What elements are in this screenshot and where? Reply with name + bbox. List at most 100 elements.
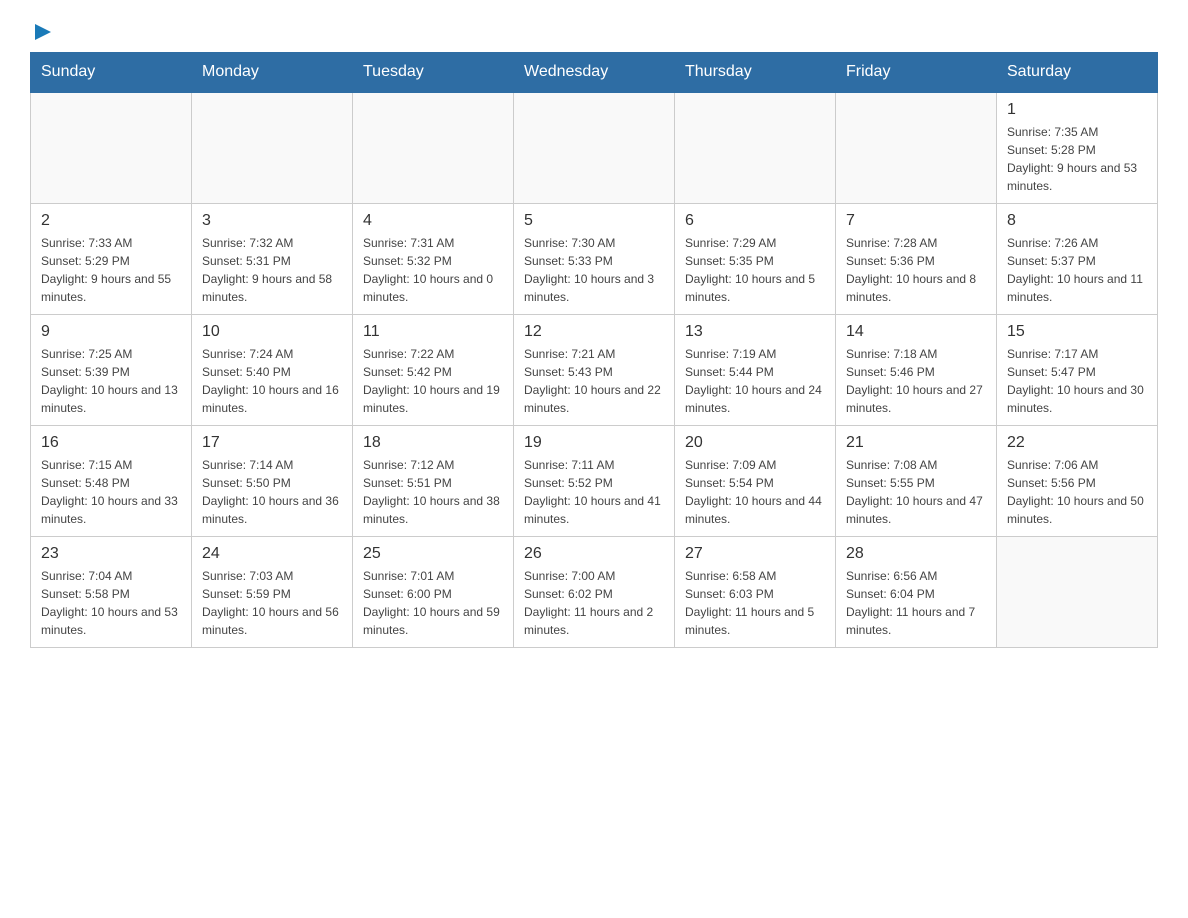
calendar-day-cell <box>353 92 514 204</box>
calendar-day-cell: 9 Sunrise: 7:25 AM Sunset: 5:39 PM Daylig… <box>31 315 192 426</box>
day-info: Sunrise: 7:09 AM Sunset: 5:54 PM Dayligh… <box>685 456 825 528</box>
calendar-table: SundayMondayTuesdayWednesdayThursdayFrid… <box>30 52 1158 648</box>
day-number: 7 <box>846 212 986 230</box>
calendar-day-cell: 13 Sunrise: 7:19 AM Sunset: 5:44 PM Dayli… <box>675 315 836 426</box>
day-info: Sunrise: 7:11 AM Sunset: 5:52 PM Dayligh… <box>524 456 664 528</box>
calendar-day-cell <box>31 92 192 204</box>
day-info: Sunrise: 7:08 AM Sunset: 5:55 PM Dayligh… <box>846 456 986 528</box>
day-info: Sunrise: 7:30 AM Sunset: 5:33 PM Dayligh… <box>524 234 664 306</box>
logo-triangle-icon <box>33 22 53 42</box>
day-info: Sunrise: 7:01 AM Sunset: 6:00 PM Dayligh… <box>363 567 503 639</box>
calendar-day-cell: 17 Sunrise: 7:14 AM Sunset: 5:50 PM Dayli… <box>192 426 353 537</box>
day-number: 15 <box>1007 323 1147 341</box>
calendar-week-row: 23 Sunrise: 7:04 AM Sunset: 5:58 PM Dayli… <box>31 537 1158 648</box>
day-of-week-header: Thursday <box>675 53 836 93</box>
day-number: 18 <box>363 434 503 452</box>
calendar-day-cell: 18 Sunrise: 7:12 AM Sunset: 5:51 PM Dayli… <box>353 426 514 537</box>
day-info: Sunrise: 7:28 AM Sunset: 5:36 PM Dayligh… <box>846 234 986 306</box>
day-number: 14 <box>846 323 986 341</box>
day-info: Sunrise: 7:24 AM Sunset: 5:40 PM Dayligh… <box>202 345 342 417</box>
day-info: Sunrise: 7:15 AM Sunset: 5:48 PM Dayligh… <box>41 456 181 528</box>
day-info: Sunrise: 7:35 AM Sunset: 5:28 PM Dayligh… <box>1007 123 1147 195</box>
day-number: 19 <box>524 434 664 452</box>
calendar-week-row: 1Sunrise: 7:35 AM Sunset: 5:28 PM Daylig… <box>31 92 1158 204</box>
day-info: Sunrise: 7:25 AM Sunset: 5:39 PM Dayligh… <box>41 345 181 417</box>
day-number: 16 <box>41 434 181 452</box>
calendar-day-cell: 23 Sunrise: 7:04 AM Sunset: 5:58 PM Dayli… <box>31 537 192 648</box>
day-number: 11 <box>363 323 503 341</box>
day-info: Sunrise: 7:00 AM Sunset: 6:02 PM Dayligh… <box>524 567 664 639</box>
calendar-day-cell: 21 Sunrise: 7:08 AM Sunset: 5:55 PM Dayli… <box>836 426 997 537</box>
day-info: Sunrise: 7:29 AM Sunset: 5:35 PM Dayligh… <box>685 234 825 306</box>
day-number: 8 <box>1007 212 1147 230</box>
day-info: Sunrise: 6:58 AM Sunset: 6:03 PM Dayligh… <box>685 567 825 639</box>
calendar-day-cell: 27 Sunrise: 6:58 AM Sunset: 6:03 PM Dayli… <box>675 537 836 648</box>
calendar-day-cell: 1Sunrise: 7:35 AM Sunset: 5:28 PM Daylig… <box>997 92 1158 204</box>
calendar-day-cell: 28 Sunrise: 6:56 AM Sunset: 6:04 PM Dayli… <box>836 537 997 648</box>
calendar-day-cell: 12 Sunrise: 7:21 AM Sunset: 5:43 PM Dayli… <box>514 315 675 426</box>
day-number: 28 <box>846 545 986 563</box>
calendar-week-row: 9 Sunrise: 7:25 AM Sunset: 5:39 PM Daylig… <box>31 315 1158 426</box>
calendar-day-cell: 10 Sunrise: 7:24 AM Sunset: 5:40 PM Dayli… <box>192 315 353 426</box>
day-number: 25 <box>363 545 503 563</box>
day-number: 5 <box>524 212 664 230</box>
day-info: Sunrise: 7:22 AM Sunset: 5:42 PM Dayligh… <box>363 345 503 417</box>
calendar-day-cell: 26 Sunrise: 7:00 AM Sunset: 6:02 PM Dayli… <box>514 537 675 648</box>
day-number: 23 <box>41 545 181 563</box>
calendar-day-cell <box>997 537 1158 648</box>
day-number: 22 <box>1007 434 1147 452</box>
day-info: Sunrise: 7:04 AM Sunset: 5:58 PM Dayligh… <box>41 567 181 639</box>
day-info: Sunrise: 7:26 AM Sunset: 5:37 PM Dayligh… <box>1007 234 1147 306</box>
calendar-day-cell: 25 Sunrise: 7:01 AM Sunset: 6:00 PM Dayli… <box>353 537 514 648</box>
day-number: 13 <box>685 323 825 341</box>
calendar-day-cell: 5 Sunrise: 7:30 AM Sunset: 5:33 PM Daylig… <box>514 204 675 315</box>
calendar-day-cell: 15Sunrise: 7:17 AM Sunset: 5:47 PM Dayli… <box>997 315 1158 426</box>
calendar-week-row: 16 Sunrise: 7:15 AM Sunset: 5:48 PM Dayli… <box>31 426 1158 537</box>
day-number: 27 <box>685 545 825 563</box>
day-number: 6 <box>685 212 825 230</box>
day-number: 17 <box>202 434 342 452</box>
day-info: Sunrise: 7:18 AM Sunset: 5:46 PM Dayligh… <box>846 345 986 417</box>
day-info: Sunrise: 7:33 AM Sunset: 5:29 PM Dayligh… <box>41 234 181 306</box>
calendar-day-cell: 22 Sunrise: 7:06 AM Sunset: 5:56 PM Dayli… <box>997 426 1158 537</box>
calendar-day-cell: 11 Sunrise: 7:22 AM Sunset: 5:42 PM Dayli… <box>353 315 514 426</box>
day-number: 9 <box>41 323 181 341</box>
calendar-day-cell: 6 Sunrise: 7:29 AM Sunset: 5:35 PM Daylig… <box>675 204 836 315</box>
calendar-day-cell: 20 Sunrise: 7:09 AM Sunset: 5:54 PM Dayli… <box>675 426 836 537</box>
day-of-week-header: Tuesday <box>353 53 514 93</box>
calendar-day-cell: 3Sunrise: 7:32 AM Sunset: 5:31 PM Daylig… <box>192 204 353 315</box>
calendar-day-cell: 7 Sunrise: 7:28 AM Sunset: 5:36 PM Daylig… <box>836 204 997 315</box>
day-number: 24 <box>202 545 342 563</box>
day-number: 2 <box>41 212 181 230</box>
calendar-day-cell <box>192 92 353 204</box>
day-of-week-header: Friday <box>836 53 997 93</box>
day-number: 26 <box>524 545 664 563</box>
day-number: 21 <box>846 434 986 452</box>
day-number: 10 <box>202 323 342 341</box>
calendar-day-cell: 24Sunrise: 7:03 AM Sunset: 5:59 PM Dayli… <box>192 537 353 648</box>
day-number: 3 <box>202 212 342 230</box>
day-info: Sunrise: 7:14 AM Sunset: 5:50 PM Dayligh… <box>202 456 342 528</box>
day-info: Sunrise: 7:12 AM Sunset: 5:51 PM Dayligh… <box>363 456 503 528</box>
day-info: Sunrise: 7:06 AM Sunset: 5:56 PM Dayligh… <box>1007 456 1147 528</box>
calendar-day-cell: 4 Sunrise: 7:31 AM Sunset: 5:32 PM Daylig… <box>353 204 514 315</box>
day-of-week-header: Wednesday <box>514 53 675 93</box>
day-info: Sunrise: 7:19 AM Sunset: 5:44 PM Dayligh… <box>685 345 825 417</box>
day-number: 12 <box>524 323 664 341</box>
calendar-day-cell: 14 Sunrise: 7:18 AM Sunset: 5:46 PM Dayli… <box>836 315 997 426</box>
day-of-week-header: Sunday <box>31 53 192 93</box>
logo <box>30 20 53 42</box>
calendar-day-cell: 16 Sunrise: 7:15 AM Sunset: 5:48 PM Dayli… <box>31 426 192 537</box>
day-number: 4 <box>363 212 503 230</box>
calendar-day-cell: 8 Sunrise: 7:26 AM Sunset: 5:37 PM Daylig… <box>997 204 1158 315</box>
calendar-day-cell: 2 Sunrise: 7:33 AM Sunset: 5:29 PM Daylig… <box>31 204 192 315</box>
page-header <box>30 20 1158 42</box>
day-info: Sunrise: 7:31 AM Sunset: 5:32 PM Dayligh… <box>363 234 503 306</box>
calendar-day-cell <box>514 92 675 204</box>
day-info: Sunrise: 6:56 AM Sunset: 6:04 PM Dayligh… <box>846 567 986 639</box>
day-of-week-header: Monday <box>192 53 353 93</box>
day-number: 20 <box>685 434 825 452</box>
calendar-day-cell <box>675 92 836 204</box>
day-info: Sunrise: 7:21 AM Sunset: 5:43 PM Dayligh… <box>524 345 664 417</box>
calendar-header-row: SundayMondayTuesdayWednesdayThursdayFrid… <box>31 53 1158 93</box>
